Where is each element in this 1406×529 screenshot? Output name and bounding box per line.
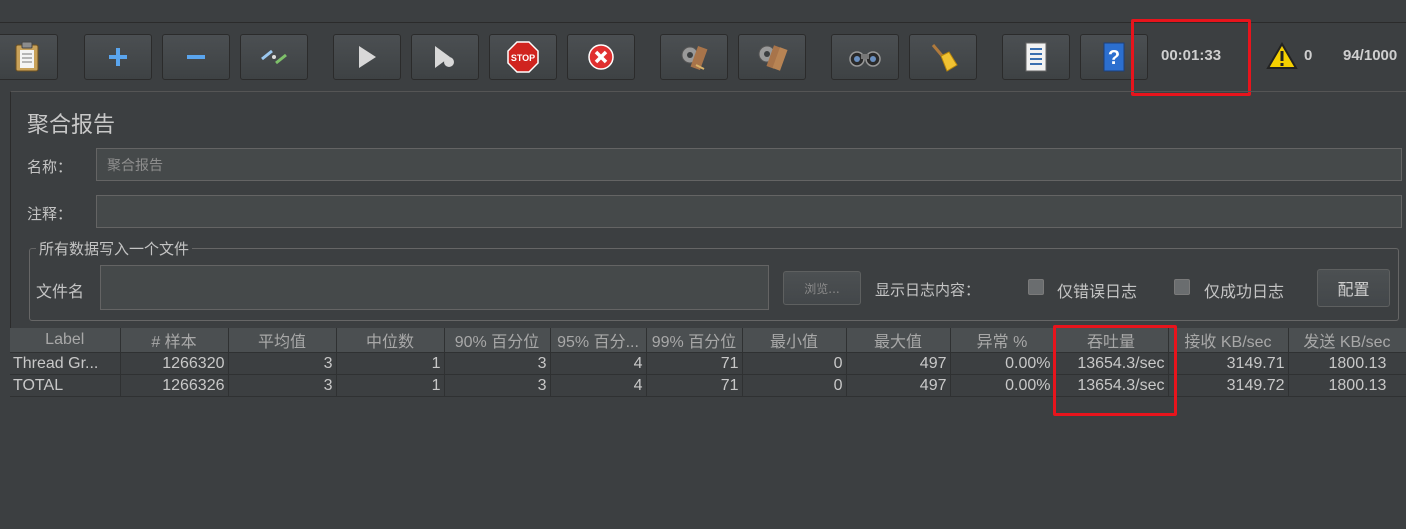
config-button[interactable]: 配置 (1317, 269, 1390, 307)
cell-95-percentile: 4 (550, 374, 647, 397)
filename-field[interactable] (100, 265, 769, 310)
name-label: 名称： (27, 158, 73, 176)
cell-average: 3 (228, 352, 337, 375)
errors-only-label: 仅错误日志 (1057, 282, 1138, 301)
cell-error-percent: 0.00% (950, 352, 1055, 375)
cell-received-kb: 3149.71 (1168, 352, 1289, 375)
cell-samples: 1266320 (120, 352, 229, 375)
browse-button[interactable]: 浏览... (783, 271, 861, 305)
cell-throughput: 13654.3/sec (1054, 374, 1169, 397)
shutdown-icon[interactable] (567, 34, 635, 80)
templates-clipboard-icon[interactable] (0, 34, 58, 80)
results-table: Label # 样本 平均值 中位数 90% 百分位 95% 百分... 99%… (10, 328, 1406, 529)
cell-received-kb: 3149.72 (1168, 374, 1289, 397)
help-icon[interactable]: ? (1080, 34, 1148, 80)
comment-label: 注释： (27, 205, 73, 223)
col-header-samples[interactable]: # 样本 (120, 328, 229, 353)
cell-label: Thread Gr... (10, 352, 121, 375)
svg-text:?: ? (1108, 47, 1120, 69)
start-no-pauses-icon[interactable] (411, 34, 479, 80)
col-header-throughput[interactable]: 吞吐量 (1054, 328, 1169, 353)
remove-icon[interactable] (162, 34, 230, 80)
cell-95-percentile: 4 (550, 352, 647, 375)
clear-icon[interactable] (660, 34, 728, 80)
cell-max: 497 (846, 352, 951, 375)
col-header-average[interactable]: 平均值 (228, 328, 337, 353)
success-only-checkbox[interactable] (1174, 279, 1190, 295)
add-icon[interactable] (84, 34, 152, 80)
cell-90-percentile: 3 (444, 374, 551, 397)
col-header-95-percentile[interactable]: 95% 百分... (550, 328, 647, 353)
cell-90-percentile: 3 (444, 352, 551, 375)
cell-samples: 1266326 (120, 374, 229, 397)
toggle-icon[interactable] (240, 34, 308, 80)
stop-icon[interactable]: STOP (489, 34, 557, 80)
active-threads: 94/1000 (1343, 47, 1398, 64)
cell-sent-kb: 1800.13 (1288, 374, 1406, 397)
reset-search-broom-icon[interactable] (909, 34, 977, 80)
cell-min: 0 (742, 352, 847, 375)
col-header-sent-kb[interactable]: 发送 KB/sec (1288, 328, 1406, 353)
cell-max: 497 (846, 374, 951, 397)
table-row[interactable]: Thread Gr... 1266320 3 1 3 4 71 0 497 0.… (10, 352, 1406, 375)
cell-sent-kb: 1800.13 (1288, 352, 1406, 375)
col-header-min[interactable]: 最小值 (742, 328, 847, 353)
cell-median: 1 (336, 374, 445, 397)
col-header-90-percentile[interactable]: 90% 百分位 (444, 328, 551, 353)
cell-99-percentile: 71 (646, 352, 743, 375)
page-title: 聚合报告 (27, 113, 116, 138)
col-header-error-percent[interactable]: 异常 % (950, 328, 1055, 353)
function-helper-list-icon[interactable] (1002, 34, 1070, 80)
cell-median: 1 (336, 352, 445, 375)
clear-all-icon[interactable] (738, 34, 806, 80)
col-header-max[interactable]: 最大值 (846, 328, 951, 353)
warning-icon[interactable] (1266, 42, 1298, 74)
col-header-label[interactable]: Label (10, 328, 121, 353)
table-header-row: Label # 样本 平均值 中位数 90% 百分位 95% 百分... 99%… (10, 328, 1406, 353)
col-header-received-kb[interactable]: 接收 KB/sec (1168, 328, 1289, 353)
table-row[interactable]: TOTAL 1266326 3 1 3 4 71 0 497 0.00% 136… (10, 374, 1406, 397)
comment-field[interactable] (96, 195, 1402, 228)
cell-average: 3 (228, 374, 337, 397)
col-header-99-percentile[interactable]: 99% 百分位 (646, 328, 743, 353)
warning-count: 0 (1304, 47, 1313, 64)
cell-throughput: 13654.3/sec (1054, 352, 1169, 375)
name-field[interactable]: 聚合报告 (96, 148, 1402, 181)
cell-error-percent: 0.00% (950, 374, 1055, 397)
errors-only-checkbox[interactable] (1028, 279, 1044, 295)
menu-bar (0, 0, 1406, 23)
cell-99-percentile: 71 (646, 374, 743, 397)
search-binoculars-icon[interactable] (831, 34, 899, 80)
start-icon[interactable] (333, 34, 401, 80)
col-header-median[interactable]: 中位数 (336, 328, 445, 353)
elapsed-time: 00:01:33 (1161, 47, 1222, 64)
success-only-label: 仅成功日志 (1204, 282, 1285, 301)
cell-min: 0 (742, 374, 847, 397)
svg-text:STOP: STOP (511, 53, 535, 63)
cell-label: TOTAL (10, 374, 121, 397)
log-content-label: 显示日志内容： (875, 281, 981, 299)
filename-label: 文件名 (36, 282, 85, 301)
write-results-group-label: 所有数据写入一个文件 (36, 238, 193, 259)
